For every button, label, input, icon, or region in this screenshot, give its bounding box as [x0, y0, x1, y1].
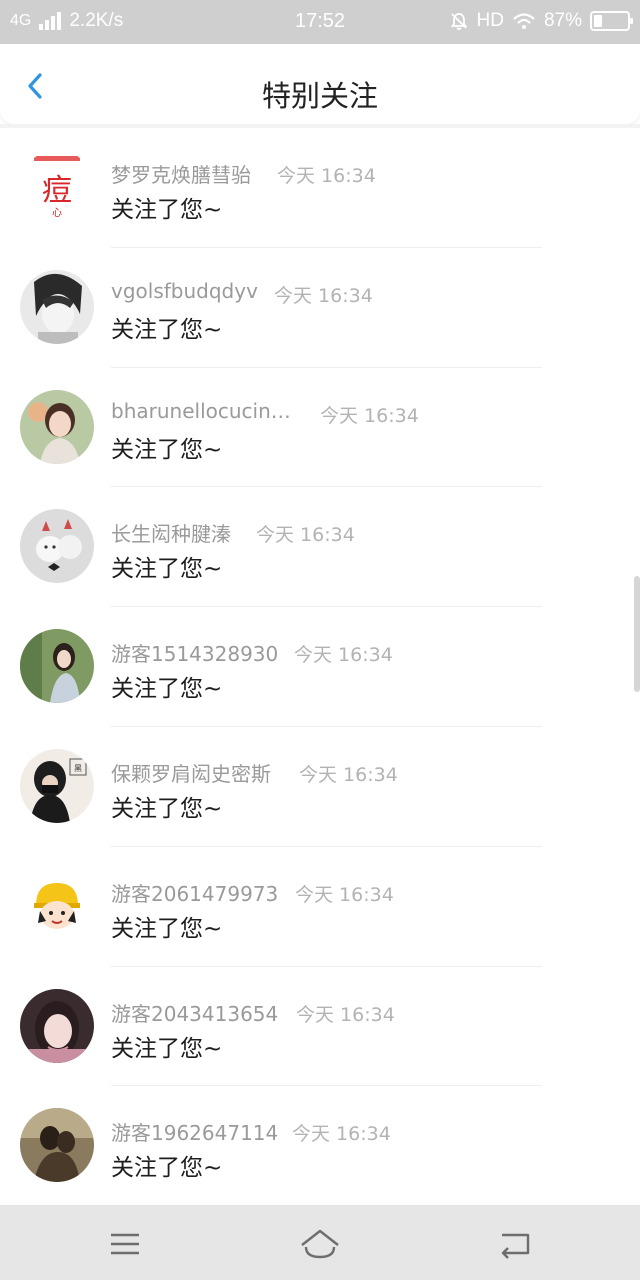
user-name[interactable]: 梦罗克焕膳彗骀: [111, 159, 251, 188]
message-text: 关注了您~: [111, 1155, 223, 1182]
avatar[interactable]: [20, 509, 94, 584]
message-text: 关注了您~: [111, 436, 223, 463]
message-text: 关注了您~: [111, 915, 223, 942]
timestamp: 今天 16:34: [256, 524, 355, 547]
notification-item[interactable]: bharunellocucin… 今天 16:34 关注了您~: [0, 368, 640, 488]
wifi-icon: [513, 13, 535, 29]
user-name[interactable]: vgolsfbudqdyv: [111, 279, 258, 303]
avatar[interactable]: [20, 988, 94, 1063]
message-text: 关注了您~: [111, 197, 223, 223]
menu-icon: [111, 1233, 139, 1255]
message-text: 关注了您~: [111, 676, 223, 703]
user-name[interactable]: 游客2061479973: [111, 878, 278, 907]
notification-item[interactable]: 游客1962647114 今天 16:34 关注了您~: [0, 1086, 640, 1207]
user-name[interactable]: 游客1962647114: [111, 1117, 278, 1146]
avatar[interactable]: [20, 629, 94, 704]
mute-bell-icon: [450, 13, 467, 30]
timestamp: 今天 16:34: [274, 284, 373, 307]
timestamp: 今天 16:34: [295, 883, 394, 906]
user-name[interactable]: 游客1514328930: [111, 638, 278, 667]
message-text: 关注了您~: [111, 1035, 223, 1062]
user-name[interactable]: 保颗罗肩闳史密斯: [111, 758, 271, 787]
avatar[interactable]: 痘 心: [20, 150, 94, 224]
battery-percent: 87%: [543, 10, 582, 31]
menu-button[interactable]: [105, 1223, 145, 1263]
system-nav-bar: [0, 1205, 640, 1280]
avatar[interactable]: [20, 1108, 94, 1183]
timestamp: 今天 16:34: [277, 165, 376, 187]
timestamp: 今天 16:34: [320, 404, 419, 427]
avatar[interactable]: [20, 269, 94, 344]
message-text: 关注了您~: [111, 316, 223, 343]
avatar[interactable]: 黑: [20, 748, 94, 823]
avatar[interactable]: [20, 868, 94, 943]
timestamp: 今天 16:34: [294, 644, 393, 667]
notification-item[interactable]: 长生闳种腱溱 今天 16:34 关注了您~: [0, 487, 640, 608]
hd-indicator: HD: [476, 10, 504, 31]
timestamp: 今天 16:34: [292, 1123, 391, 1146]
svg-text:痘: 痘: [42, 173, 72, 208]
notification-list[interactable]: 痘 心 梦罗克焕膳彗骀 今天 16:34 关注了您~ vgolsfbudqdyv…: [0, 128, 640, 1207]
scrollbar[interactable]: [634, 576, 640, 692]
page-title: 特别关注: [261, 79, 378, 113]
app-header: 特别关注: [0, 44, 640, 124]
message-text: 关注了您~: [111, 795, 223, 822]
avatar[interactable]: [20, 389, 94, 464]
notification-item[interactable]: 游客2061479973 今天 16:34 关注了您~: [0, 847, 640, 967]
notification-item[interactable]: 游客2043413654 今天 16:34 关注了您~: [0, 967, 640, 1087]
back-icon: [501, 1233, 530, 1259]
home-button[interactable]: [298, 1223, 342, 1263]
notification-item[interactable]: 痘 心 梦罗克焕膳彗骀 今天 16:34 关注了您~: [0, 128, 640, 248]
status-bar: 4G 2.2K/s 17:52 HD 87%: [0, 0, 640, 44]
notification-item[interactable]: vgolsfbudqdyv 今天 16:34 关注了您~: [0, 248, 640, 368]
notification-item[interactable]: 游客1514328930 今天 16:34 关注了您~: [0, 607, 640, 727]
timestamp: 今天 16:34: [296, 1003, 395, 1026]
message-text: 关注了您~: [111, 556, 223, 583]
notification-item[interactable]: 黑 保颗罗肩闳史密斯 今天 16:34 关注了您~: [0, 727, 640, 847]
svg-text:心: 心: [52, 207, 62, 219]
svg-text:黑: 黑: [74, 764, 82, 773]
user-name[interactable]: 长生闳种腱溱: [111, 518, 231, 547]
user-name[interactable]: 游客2043413654: [111, 998, 278, 1027]
home-icon: [301, 1229, 339, 1259]
back-nav-button[interactable]: [496, 1223, 536, 1263]
user-name[interactable]: bharunellocucin…: [111, 399, 291, 423]
timestamp: 今天 16:34: [299, 763, 398, 786]
status-right: HD 87%: [449, 10, 633, 32]
battery-icon: [590, 11, 633, 31]
